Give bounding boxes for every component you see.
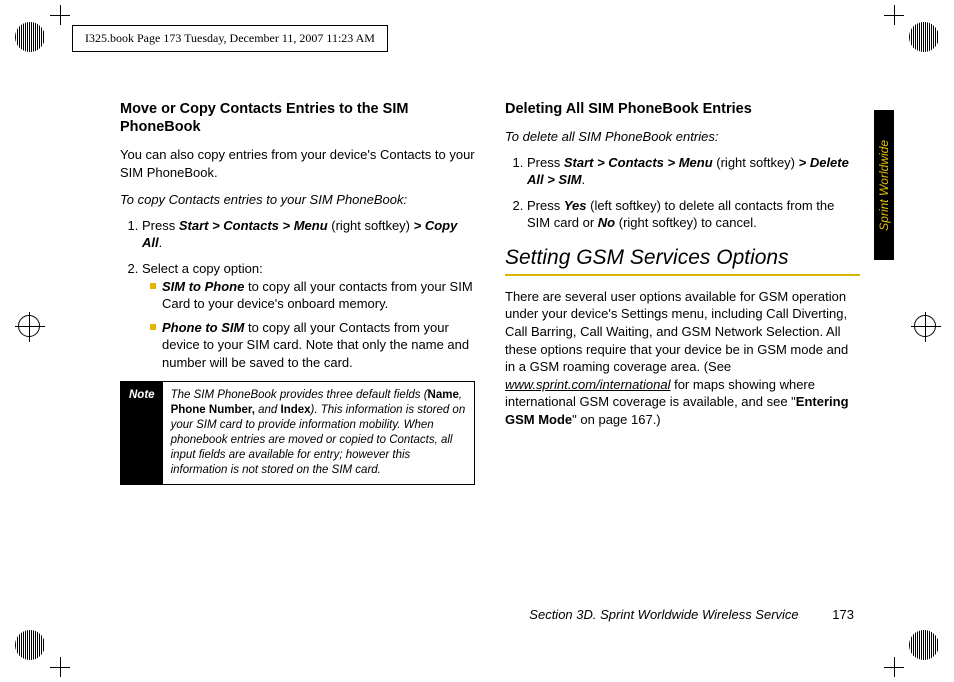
left-column: Move or Copy Contacts Entries to the SIM… [120, 100, 475, 610]
paragraph: There are several user options available… [505, 288, 860, 428]
menu-path: Start > Contacts > Menu [564, 155, 713, 170]
cropmark-icon [50, 657, 70, 677]
section-tab-label: Sprint Worldwide [877, 140, 891, 231]
footer-section: Section 3D. Sprint Worldwide Wireless Se… [529, 607, 798, 622]
list-item: Press Start > Contacts > Menu (right sof… [142, 217, 475, 252]
text: " on page 167.) [572, 412, 660, 427]
text: . [159, 235, 163, 250]
right-column: Deleting All SIM PhoneBook Entries To de… [505, 100, 860, 610]
bullet-icon [150, 283, 156, 289]
paragraph: You can also copy entries from your devi… [120, 146, 475, 181]
note-text: The SIM PhoneBook provides three default… [163, 382, 474, 484]
text: (right softkey) to cancel. [615, 215, 757, 230]
softkey-label: No [598, 215, 615, 230]
url-link[interactable]: www.sprint.com/international [505, 377, 670, 392]
menu-path: Start > Contacts > Menu [179, 218, 328, 233]
field-name: Name [428, 389, 459, 401]
document-info-header: I325.book Page 173 Tuesday, December 11,… [72, 25, 388, 52]
text: Press [527, 155, 564, 170]
list-item: Press Start > Contacts > Menu (right sof… [527, 154, 860, 189]
text: The SIM PhoneBook provides three default… [171, 389, 428, 401]
heading-delete-all: Deleting All SIM PhoneBook Entries [505, 100, 860, 118]
text: There are several user options available… [505, 289, 848, 374]
section-tab: Sprint Worldwide [874, 110, 894, 260]
field-name: Index [281, 404, 311, 416]
page-content: Move or Copy Contacts Entries to the SIM… [120, 100, 860, 610]
step-list: Press Start > Contacts > Menu (right sof… [505, 154, 860, 232]
list-item: Select a copy option: SIM to Phone to co… [142, 260, 475, 371]
text: Press [527, 198, 564, 213]
field-name: Phone Number, [171, 404, 255, 416]
page-footer: Section 3D. Sprint Worldwide Wireless Se… [529, 607, 854, 622]
note-label: Note [121, 382, 163, 484]
note-callout: Note The SIM PhoneBook provides three de… [120, 381, 475, 485]
text: Select a copy option: [142, 261, 263, 276]
instruction-line: To copy Contacts entries to your SIM Pho… [120, 191, 475, 209]
option-label: SIM to Phone [162, 279, 244, 294]
softkey-label: Yes [564, 198, 587, 213]
text: , [459, 389, 462, 401]
heading-rule [505, 274, 860, 276]
text: Press [142, 218, 179, 233]
heading-move-copy: Move or Copy Contacts Entries to the SIM… [120, 100, 475, 136]
cropmark-icon [884, 657, 904, 677]
heading-gsm-options: Setting GSM Services Options [505, 246, 860, 270]
color-disc-icon [909, 630, 939, 660]
registration-mark-icon [914, 315, 936, 337]
bullet-icon [150, 324, 156, 330]
list-item: Press Yes (left softkey) to delete all c… [527, 197, 860, 232]
text: (right softkey) [328, 218, 414, 233]
cropmark-icon [884, 5, 904, 25]
color-disc-icon [15, 22, 45, 52]
page-number: 173 [832, 607, 854, 622]
text: and [255, 404, 281, 416]
color-disc-icon [15, 630, 45, 660]
sub-item: Phone to SIM to copy all your Contacts f… [150, 319, 475, 372]
registration-mark-icon [18, 315, 40, 337]
cropmark-icon [50, 5, 70, 25]
text: . [582, 172, 586, 187]
option-label: Phone to SIM [162, 320, 244, 335]
color-disc-icon [909, 22, 939, 52]
step-list: Press Start > Contacts > Menu (right sof… [120, 217, 475, 371]
sub-item: SIM to Phone to copy all your contacts f… [150, 278, 475, 313]
instruction-line: To delete all SIM PhoneBook entries: [505, 128, 860, 146]
text: (right softkey) [713, 155, 799, 170]
